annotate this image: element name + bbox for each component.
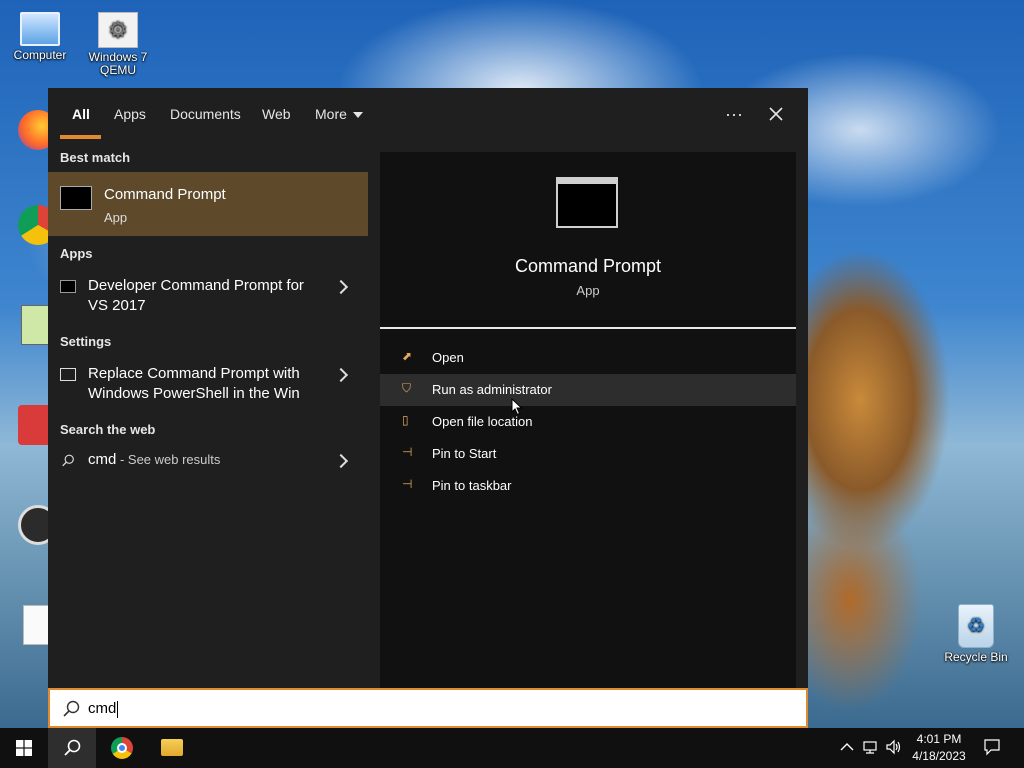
desktop-icon-label: Computer	[13, 48, 67, 62]
qemu-icon: ⚙	[98, 12, 138, 48]
clock-time[interactable]: 4:01 PM	[908, 732, 970, 746]
result-web-search[interactable]: cmd - See web results	[48, 442, 370, 494]
taskbar-search-button[interactable]	[48, 728, 96, 768]
settings-heading: Settings	[60, 334, 112, 349]
chevron-down-icon	[352, 112, 363, 119]
action-label: Open	[432, 350, 464, 365]
preview-pane: Command Prompt App ⬈ Open ⛉ Run as admin…	[380, 152, 796, 688]
chevron-right-icon[interactable]	[333, 453, 349, 469]
action-pin-to-taskbar[interactable]: ⊣ Pin to taskbar	[380, 470, 796, 502]
search-icon	[63, 700, 80, 717]
close-icon	[769, 107, 783, 121]
preview-title: Command Prompt	[514, 256, 662, 276]
chevron-up-icon[interactable]	[838, 738, 856, 756]
apps-heading: Apps	[60, 246, 93, 261]
preview-divider	[380, 327, 796, 329]
recycle-bin-icon: ♻	[958, 604, 994, 648]
settings-screen-icon	[60, 368, 76, 381]
search-icon	[64, 739, 81, 756]
volume-icon[interactable]	[885, 738, 903, 756]
desktop-icon-label: Recycle Bin	[944, 650, 1008, 664]
search-input[interactable]: cmd	[88, 700, 119, 718]
taskbar-chrome-button[interactable]	[98, 728, 146, 768]
active-tab-indicator	[60, 135, 101, 139]
search-input-value: cmd	[88, 700, 117, 717]
action-run-as-administrator[interactable]: ⛉ Run as administrator	[380, 374, 796, 406]
web-query: cmd	[88, 451, 117, 468]
action-label: Run as administrator	[432, 382, 552, 397]
best-match-item[interactable]: Command Prompt App	[48, 172, 368, 236]
search-box[interactable]: cmd	[48, 688, 808, 728]
mouse-cursor-icon	[511, 398, 523, 416]
action-label: Pin to taskbar	[432, 478, 512, 493]
tab-documents[interactable]: Documents	[170, 106, 241, 122]
action-label: Open file location	[432, 414, 533, 429]
command-prompt-icon	[60, 280, 76, 293]
best-match-subtitle: App	[104, 210, 128, 225]
network-icon[interactable]	[862, 738, 880, 756]
ellipsis-icon: ···	[725, 104, 743, 124]
best-match-title: Command Prompt	[104, 186, 226, 203]
results-pane: Best match Command Prompt App Apps Devel…	[48, 140, 370, 688]
tab-apps[interactable]: Apps	[114, 106, 146, 122]
web-suffix: - See web results	[116, 452, 221, 467]
open-icon: ⬈	[402, 349, 413, 363]
chrome-center	[117, 743, 127, 753]
pin-icon: ⊣	[402, 445, 413, 459]
command-prompt-icon	[556, 177, 618, 228]
result-label: Developer Command Prompt for VS 2017	[88, 277, 304, 314]
result-label: Replace Command Prompt with Windows Powe…	[88, 365, 300, 402]
windows-logo-icon	[16, 740, 32, 756]
chevron-right-icon[interactable]	[333, 367, 349, 383]
preview-subtitle: App	[576, 283, 600, 298]
more-options-button[interactable]: ···	[714, 100, 754, 128]
shield-icon: ⛉	[402, 381, 412, 395]
best-match-heading: Best match	[60, 150, 131, 165]
clock-date[interactable]: 4/18/2023	[908, 749, 970, 763]
desktop-icon-qemu[interactable]: ⚙ Windows 7 QEMU	[78, 12, 158, 77]
desktop-icon-computer[interactable]: Computer	[0, 12, 80, 62]
computer-icon	[20, 12, 60, 46]
text-cursor	[117, 700, 119, 718]
action-pin-to-start[interactable]: ⊣ Pin to Start	[380, 438, 796, 470]
search-panel: All Apps Documents Web More ··· Best mat…	[48, 88, 808, 688]
command-prompt-icon	[60, 186, 92, 210]
search-icon	[62, 454, 74, 467]
result-label: cmd - See web results	[88, 450, 328, 470]
start-button[interactable]	[0, 728, 48, 768]
taskbar: 4:01 PM 4/18/2023	[0, 728, 1024, 768]
desktop-icon-label: Windows 7 QEMU	[88, 50, 148, 77]
close-button[interactable]	[756, 100, 796, 128]
result-developer-command-prompt[interactable]: Developer Command Prompt for VS 2017	[48, 268, 370, 320]
action-open[interactable]: ⬈ Open	[380, 342, 796, 374]
pin-icon: ⊣	[402, 477, 413, 491]
tab-more-label: More	[315, 106, 347, 122]
desktop-icon-recycle-bin[interactable]: ♻ Recycle Bin	[936, 604, 1016, 664]
chevron-right-icon[interactable]	[333, 279, 349, 295]
action-label: Pin to Start	[432, 446, 497, 461]
action-open-file-location[interactable]: ▯ Open file location	[380, 406, 796, 438]
file-location-icon: ▯	[402, 413, 409, 427]
tab-web[interactable]: Web	[262, 106, 291, 122]
search-tabs: All Apps Documents Web More ···	[48, 88, 808, 140]
search-web-heading: Search the web	[60, 422, 156, 437]
notification-icon[interactable]	[983, 738, 1001, 756]
result-replace-command-prompt[interactable]: Replace Command Prompt with Windows Powe…	[48, 356, 370, 408]
taskbar-file-explorer-button[interactable]	[148, 728, 196, 768]
tab-all[interactable]: All	[72, 106, 90, 122]
tab-more[interactable]: More	[315, 106, 363, 122]
folder-icon	[161, 739, 183, 756]
